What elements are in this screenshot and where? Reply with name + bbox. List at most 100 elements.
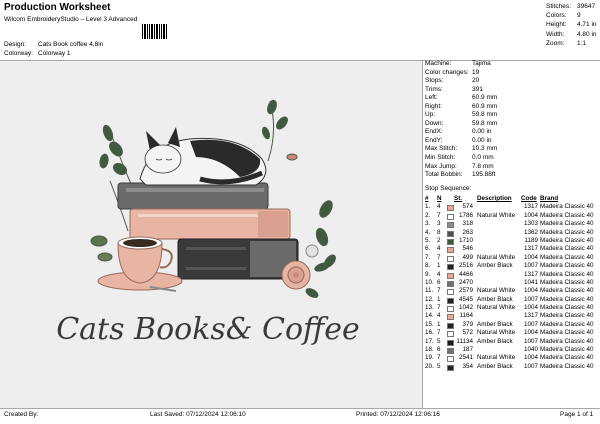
machine-label: Left: [425, 94, 438, 102]
stitch-count: 2541 [458, 354, 473, 362]
stat-label: Width: [546, 30, 565, 38]
stitch-count: 574 [462, 203, 473, 211]
thread-description: Natural White [477, 354, 516, 362]
design-name: Cats Book coffee 4,8in [38, 41, 104, 48]
thread-description: Amber Black [477, 337, 513, 345]
row-number: 12. [425, 295, 434, 303]
machine-row: Trims: 391 [425, 85, 600, 96]
barcode-bar [142, 24, 143, 39]
needle-number: 7 [437, 287, 441, 295]
thread-brand: Madeira Classic 40 [540, 253, 594, 261]
thread-brand: Madeira Classic 40 [540, 346, 594, 354]
stat-value: 39647 [577, 3, 596, 10]
needle-number: 3 [437, 220, 441, 228]
machine-value: 59.8 mm [472, 111, 498, 119]
machine-row: Stops: 20 [425, 78, 600, 87]
needle-number: 8 [437, 228, 441, 236]
needle-number: 7 [437, 304, 441, 312]
thread-code: 1317 [523, 270, 538, 278]
thread-brand: Madeira Classic 40 [540, 337, 594, 345]
stitch-count: 379 [462, 320, 473, 328]
thread-brand: Madeira Classic 40 [540, 228, 594, 236]
thread-code: 1041 [523, 278, 538, 286]
coffee-cup [97, 236, 183, 292]
barcode-icon [142, 24, 168, 39]
stitch-count: 263 [462, 228, 473, 236]
stitch-count: 1710 [458, 236, 473, 244]
thread-brand: Madeira Classic 40 [540, 362, 594, 370]
machine-row: EndX: 0.00 in [425, 129, 600, 138]
sleeping-cat [139, 127, 267, 186]
stitch-count: 1786 [458, 211, 473, 219]
stitch-count: 2470 [458, 278, 473, 286]
color-swatch-icon [447, 306, 454, 313]
needle-number: 4 [437, 312, 441, 320]
design-label: Design: [4, 41, 27, 48]
color-swatch-icon [447, 322, 454, 329]
machine-label: EndX: [425, 128, 443, 136]
machine-value: 391 [472, 85, 483, 93]
machine-info: Machine: Tajima Color changes: 19 Stops: 20 Tr… [425, 60, 600, 181]
thread-description: Amber Black [477, 362, 513, 370]
thread-code: 1362 [523, 228, 538, 236]
barcode-bar [149, 24, 150, 39]
needle-number: 7 [437, 211, 441, 219]
machine-label: Machine: [425, 60, 452, 67]
machine-value: 7.8 mm [472, 162, 494, 170]
machine-value: 20 [472, 77, 480, 85]
stop-sequence-table: # N St. Description Code Brand 1. 4 574 131… [425, 195, 600, 372]
color-swatch-icon [447, 331, 454, 338]
stitch-count: 1042 [458, 304, 473, 312]
stat-row: Zoom: 1:1 [546, 40, 600, 50]
col-header-brand: Brand [540, 195, 559, 202]
stitch-count: 1164 [459, 312, 473, 320]
thread-brand: Madeira Classic 40 [540, 278, 594, 286]
col-header-stitches: St. [454, 195, 463, 202]
needle-number: 6 [437, 278, 441, 286]
color-swatch-icon [447, 264, 454, 271]
color-swatch-icon [447, 289, 454, 296]
thread-brand: Madeira Classic 40 [540, 211, 594, 219]
barcode-bar [161, 24, 162, 39]
machine-label: Color changes: [425, 68, 469, 76]
row-number: 17. [425, 337, 434, 345]
color-swatch-icon [447, 230, 454, 237]
row-number: 11. [425, 287, 434, 295]
machine-row: Color changes: 19 [425, 68, 600, 79]
needle-number: 4 [437, 203, 441, 211]
machine-label: Stops: [425, 77, 444, 85]
thread-description: Natural White [477, 253, 516, 261]
row-number: 3. [425, 220, 431, 228]
divider [0, 408, 600, 409]
embroidery-design-art: Cats Books& Coffee [56, 99, 360, 347]
machine-value: 59.8 mm [472, 119, 498, 127]
row-number: 9. [425, 270, 431, 278]
machine-row: Total Bobbin: 195.88ft [425, 172, 600, 181]
color-swatch-icon [447, 213, 454, 220]
stitch-count: 11134 [456, 337, 473, 345]
machine-row: Down: 59.8 mm [425, 119, 600, 130]
machine-value: 195.88ft [472, 171, 496, 179]
row-number: 19. [425, 354, 434, 362]
thread-brand: Madeira Classic 40 [540, 329, 594, 337]
table-row: 20. 5 354 Amber Black 1007 Madeira Classic 40 [425, 362, 600, 372]
colorway-label: Colorway: [4, 50, 33, 57]
barcode-bar [154, 24, 155, 39]
color-swatch-icon [447, 238, 454, 245]
row-number: 14. [425, 312, 434, 320]
row-number: 16. [425, 329, 434, 337]
color-swatch-icon [447, 314, 454, 321]
thread-brand: Madeira Classic 40 [540, 304, 594, 312]
color-swatch-icon [447, 364, 454, 371]
thread-code: 1007 [523, 262, 538, 270]
design-preview: Cats Books& Coffee [0, 61, 422, 408]
machine-value: 0.00 in [472, 128, 492, 136]
thread-description: Amber Black [477, 295, 513, 303]
stat-value: 4.71 in [577, 21, 597, 29]
thread-description: Amber Black [477, 320, 513, 328]
thread-description: Amber Black [477, 262, 513, 270]
stitch-count: 2516 [458, 262, 473, 270]
thread-description: Natural White [477, 304, 516, 312]
thread-brand: Madeira Classic 40 [540, 245, 594, 253]
design-lettering: Cats Books& Coffee [56, 312, 360, 347]
